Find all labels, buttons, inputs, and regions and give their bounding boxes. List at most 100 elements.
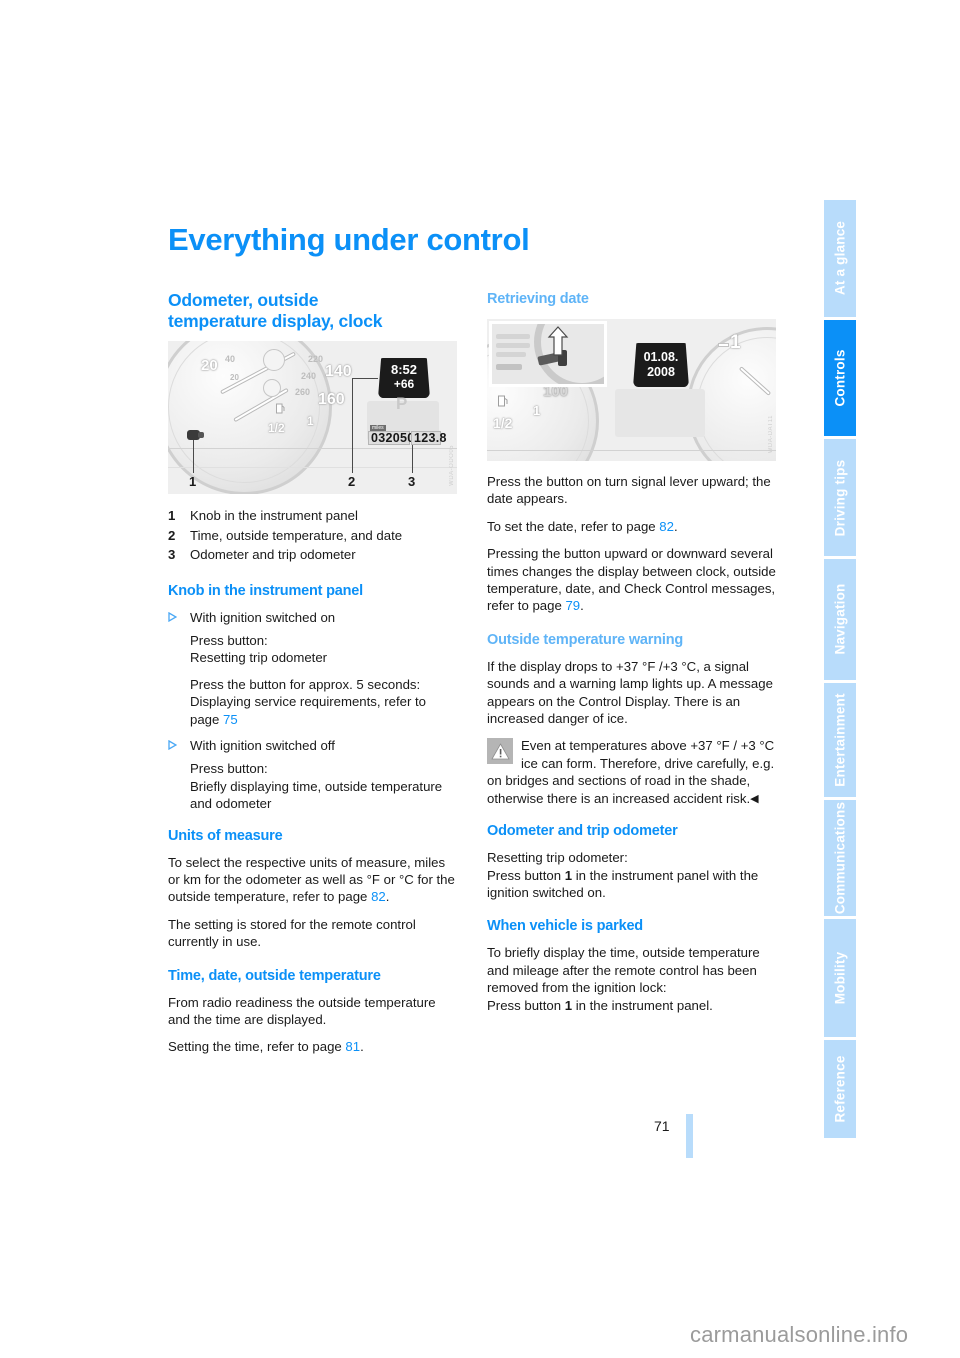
up-arrow-icon bbox=[547, 326, 569, 356]
set-date-text: To set the date, refer to page bbox=[487, 518, 660, 534]
units-text-post: . bbox=[385, 889, 390, 905]
date-line-1: 01.08. bbox=[643, 350, 679, 364]
needle-hub-lower bbox=[263, 379, 281, 397]
page-number: 71 bbox=[654, 1118, 670, 1134]
parked-press-post: in the instrument panel. bbox=[572, 997, 713, 1013]
leader-line-1 bbox=[193, 440, 194, 473]
retrieving-date-paragraph-3: Pressing the button upward or downward s… bbox=[487, 545, 776, 615]
dial-tick-1-right: 1 bbox=[533, 403, 541, 418]
section-heading-line2: temperature display, clock bbox=[168, 311, 383, 331]
figure-code: WDA-ODO05 bbox=[449, 445, 455, 486]
subsection-heading-temp-warning: Outside temperature warning bbox=[487, 631, 684, 648]
fuel-pump-icon bbox=[498, 395, 508, 407]
sidebar-tab-communications[interactable]: Communications bbox=[824, 800, 856, 917]
subsection-heading-knob: Knob in the instrument panel bbox=[168, 582, 363, 599]
date-lcd-display: 01.08. 2008 bbox=[633, 343, 689, 387]
parked-section-text: To briefly display the time, outside tem… bbox=[487, 944, 776, 1014]
sidebar-tab-mobility[interactable]: Mobility bbox=[824, 919, 856, 1037]
sidebar-tab-navigation[interactable]: Navigation bbox=[824, 559, 856, 680]
page-title: Everything under control bbox=[168, 222, 530, 257]
knob-instruction-sub-b: Press the button for approx. 5 seconds: … bbox=[190, 676, 457, 728]
sidebar-tab-label: At a glance bbox=[832, 221, 848, 296]
note-end-marker: ◀ bbox=[750, 792, 759, 805]
page-reference-82b[interactable]: 82 bbox=[659, 519, 674, 534]
dial-tick-20: 20 bbox=[201, 357, 218, 374]
figure-date-display: 100 1 1/2 1 01.08. 2008 WDA-DAT11 bbox=[487, 319, 776, 461]
subsection-heading-odometer-trip: Odometer and trip odometer bbox=[487, 823, 678, 840]
gear-indicator-P: P bbox=[396, 394, 408, 413]
callout-number-2: 2 bbox=[348, 474, 356, 489]
time-paragraph-2: Setting the time, refer to page 81. bbox=[168, 1038, 457, 1055]
dial-tick-140: 140 bbox=[325, 363, 352, 380]
time-text-post: . bbox=[360, 1039, 364, 1055]
bullet-item: With ignition switched on bbox=[168, 609, 457, 626]
trip-odometer-value: 123.8 bbox=[411, 431, 446, 445]
fuel-pump-icon bbox=[276, 403, 285, 414]
time-text: Setting the time, refer to page bbox=[168, 1039, 346, 1055]
knob-instruction-list: With ignition switched on Press button: … bbox=[168, 609, 457, 813]
button-number-ref: 1 bbox=[564, 867, 573, 883]
dash-seam-2 bbox=[168, 467, 457, 468]
chapter-tab-sidebar: At a glance Controls Driving tips Naviga… bbox=[824, 200, 856, 1138]
sidebar-tab-label: Navigation bbox=[832, 583, 848, 655]
instrument-panel-knob[interactable] bbox=[187, 430, 204, 440]
section-heading-odometer: Odometer, outside temperature display, c… bbox=[168, 290, 457, 332]
parked-line-1: To briefly display the time, outside tem… bbox=[487, 945, 760, 996]
warning-note-text: Even at temperatures above +37 °F / +3 °… bbox=[487, 738, 775, 806]
legend-text: Knob in the instrument panel bbox=[190, 508, 358, 523]
callout-number-3: 3 bbox=[408, 474, 416, 489]
page-content: Everything under control Odometer, outsi… bbox=[0, 0, 824, 1358]
knob-instruction-sub-a: Press button: Resetting trip odometer bbox=[190, 632, 328, 666]
section-heading-line1: Odometer, outside bbox=[168, 290, 319, 310]
button-number-ref: 1 bbox=[564, 997, 573, 1013]
bullet-text: With ignition switched on bbox=[190, 609, 336, 625]
triangle-bullet-icon bbox=[168, 609, 190, 626]
needle-hub-upper bbox=[263, 349, 285, 371]
dial-tick-260: 260 bbox=[295, 387, 311, 397]
reset-trip-line: Resetting trip odometer: bbox=[487, 850, 628, 866]
sidebar-tab-at-a-glance[interactable]: At a glance bbox=[824, 200, 856, 317]
sidebar-tab-controls[interactable]: Controls bbox=[824, 319, 856, 437]
sidebar-tab-label: Mobility bbox=[832, 951, 848, 1005]
right-column: Retrieving date 100 1 1/2 1 01.08. 2008 … bbox=[487, 290, 776, 1014]
dial-tick-160: 160 bbox=[318, 391, 345, 408]
sidebar-tab-driving-tips[interactable]: Driving tips bbox=[824, 439, 856, 557]
time-paragraph-1: From radio readiness the outside tempera… bbox=[168, 994, 436, 1027]
legend-item: 2 Time, outside temperature, and date bbox=[168, 526, 457, 546]
folio-accent-bar bbox=[686, 1114, 693, 1158]
sidebar-tab-reference[interactable]: Reference bbox=[824, 1039, 856, 1138]
leader-line-2-vertical bbox=[352, 378, 353, 473]
dial-tick-1: 1 bbox=[307, 414, 314, 428]
page-reference-75[interactable]: 75 bbox=[223, 712, 238, 727]
retrieving-date-paragraph-1: Press the button on turn signal lever up… bbox=[487, 474, 771, 507]
bullet-text: With ignition switched off bbox=[190, 737, 335, 753]
temp-warning-paragraph: If the display drops to +37 °F /+3 °C, a… bbox=[487, 658, 773, 727]
center-display-panel bbox=[615, 389, 705, 437]
leader-line-2-horizontal bbox=[352, 378, 378, 379]
page-reference-82a[interactable]: 82 bbox=[371, 889, 386, 904]
figure-code: WDA-DAT11 bbox=[768, 414, 774, 453]
sidebar-tab-label: Driving tips bbox=[832, 459, 848, 537]
page-reference-79[interactable]: 79 bbox=[565, 598, 580, 613]
triangle-bullet-icon bbox=[168, 737, 190, 754]
dial-tick-40: 40 bbox=[225, 354, 236, 364]
leader-line-3 bbox=[412, 445, 413, 473]
dash-seam-1 bbox=[168, 448, 457, 449]
legend-item: 1 Knob in the instrument panel bbox=[168, 506, 457, 526]
cycle-display-text-post: . bbox=[580, 598, 584, 614]
inset-turn-signal-lever bbox=[489, 321, 607, 387]
page-reference-81[interactable]: 81 bbox=[345, 1039, 360, 1054]
odometer-section-text: Resetting trip odometer: Press button 1 i… bbox=[487, 849, 776, 901]
legend-text: Odometer and trip odometer bbox=[190, 547, 356, 562]
manual-page: At a glance Controls Driving tips Naviga… bbox=[0, 0, 960, 1358]
clock-lcd-display: 8:52 +66 bbox=[378, 358, 430, 398]
odometer-value: 032050 bbox=[368, 431, 414, 445]
retrieving-date-paragraph-2: To set the date, refer to page 82. bbox=[487, 518, 776, 535]
right-dial-tick-1: 1 bbox=[730, 332, 741, 353]
units-text: To select the respective units of measur… bbox=[168, 854, 455, 905]
sidebar-tab-label: Communications bbox=[832, 802, 848, 915]
dial-tick-220: 220 bbox=[308, 354, 324, 364]
sidebar-tab-entertainment[interactable]: Entertainment bbox=[824, 682, 856, 798]
bullet-item: With ignition switched off bbox=[168, 737, 457, 754]
callout-number-1: 1 bbox=[189, 474, 197, 489]
